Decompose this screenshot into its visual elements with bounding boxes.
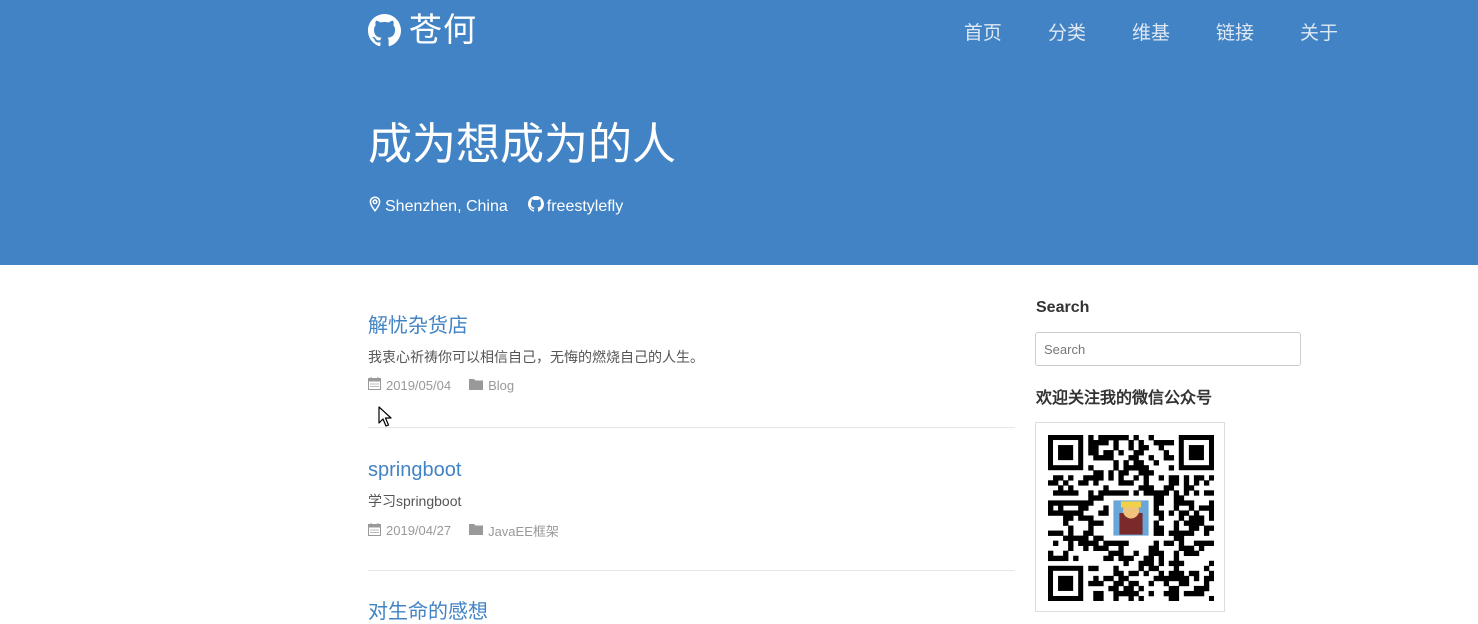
post-item: 解忧杂货店 我衷心祈祷你可以相信自己，无悔的燃烧自己的人生。 2019/05/0…	[368, 314, 1015, 393]
folder-icon	[469, 378, 488, 393]
nav-categories[interactable]: 分类	[1048, 22, 1086, 46]
hero-title: 成为想成为的人	[368, 120, 676, 169]
wechat-heading: 欢迎关注我的微信公众号	[1036, 390, 1213, 407]
github-small-icon	[527, 196, 547, 217]
github-icon	[368, 13, 401, 47]
post-item: 对生命的感想	[368, 600, 1015, 624]
post-date-text: 2019/05/04	[386, 377, 452, 393]
site-header: 苍何 首页 分类 维基 链接 关于 成为想成为的人 Shenzhen, Chin…	[0, 0, 1478, 265]
post-item: springboot 学习springboot 2019/04/27 JavaE…	[368, 458, 1015, 540]
site-title: 苍何	[409, 11, 477, 48]
calendar-icon	[368, 377, 386, 393]
main-nav: 首页 分类 维基 链接 关于	[918, 22, 1338, 46]
sidebar: Search 欢迎关注我的微信公众号	[1035, 298, 1301, 612]
github-username: freestylefly	[546, 197, 624, 215]
post-date: 2019/04/27	[368, 522, 452, 539]
search-heading: Search	[1036, 299, 1090, 316]
post-title[interactable]: 解忧杂货店	[368, 314, 468, 338]
post-divider	[368, 427, 1015, 428]
location-pin-icon	[368, 196, 385, 217]
post-category[interactable]: JavaEE框架	[469, 521, 559, 540]
post-category[interactable]: Blog	[469, 378, 514, 393]
calendar-icon	[368, 522, 386, 539]
post-date: 2019/05/04	[368, 377, 451, 393]
mouse-cursor-icon	[378, 406, 392, 427]
nav-home[interactable]: 首页	[964, 22, 1002, 46]
search-input[interactable]	[1035, 332, 1301, 366]
post-meta: 2019/05/04 Blog	[368, 377, 1015, 393]
location-text: Shenzhen, China	[385, 197, 508, 215]
qr-code-image	[1048, 435, 1214, 601]
nav-links[interactable]: 链接	[1216, 22, 1254, 46]
post-title[interactable]: 对生命的感想	[368, 600, 488, 624]
post-divider	[368, 570, 1015, 571]
post-title[interactable]: springboot	[368, 458, 461, 482]
nav-about[interactable]: 关于	[1300, 22, 1338, 46]
hero-meta: Shenzhen, China freestylefly	[368, 196, 643, 217]
post-meta: 2019/04/27 JavaEE框架	[368, 521, 1015, 540]
nav-wiki[interactable]: 维基	[1132, 22, 1170, 46]
github-link[interactable]: freestylefly	[527, 196, 624, 217]
wechat-qr-code	[1035, 422, 1225, 612]
location-item: Shenzhen, China	[368, 196, 508, 217]
post-category-text: JavaEE框架	[488, 524, 559, 539]
post-date-text: 2019/04/27	[386, 523, 452, 538]
post-excerpt: 学习springboot	[368, 493, 462, 509]
post-category-text: Blog	[488, 377, 515, 393]
folder-icon	[469, 523, 488, 538]
site-brand[interactable]: 苍何	[368, 12, 477, 48]
post-excerpt: 我衷心祈祷你可以相信自己，无悔的燃烧自己的人生。	[368, 349, 704, 365]
